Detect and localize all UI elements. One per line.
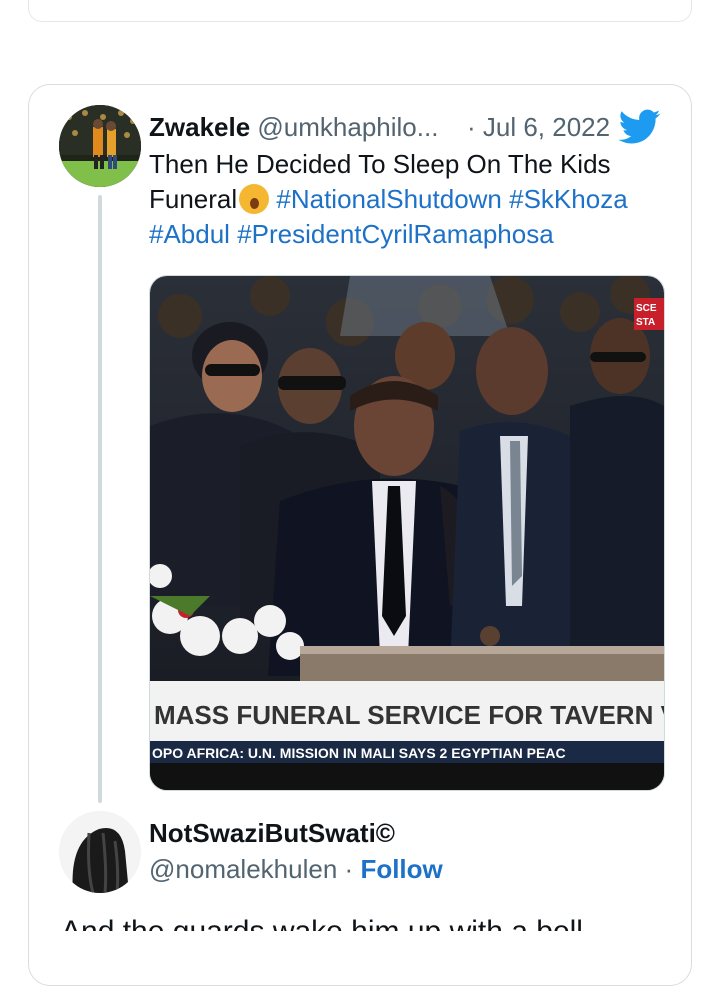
author-handle[interactable]: @umkhaphilo... — [257, 112, 438, 142]
separator-dot: · — [344, 854, 354, 884]
hashtag-abdul[interactable]: #Abdul — [149, 219, 230, 249]
reply-avatar[interactable] — [59, 811, 141, 893]
hashtag-nationalshutdown[interactable]: #NationalShutdown — [276, 184, 502, 214]
tweet-date[interactable]: · Jul 6, 2022 — [467, 107, 610, 147]
author-avatar[interactable] — [59, 105, 141, 187]
reply-text-clipped: And the guards wake him up with a bell — [61, 915, 661, 931]
hashtag-presidentcyrilramaphosa[interactable]: #PresidentCyrilRamaphosa — [237, 219, 553, 249]
tweet-text: Then He Decided To Sleep On The Kids Fun… — [149, 147, 669, 252]
tv-headline: MASS FUNERAL SERVICE FOR TAVERN VIC — [154, 700, 664, 730]
follow-button[interactable]: Follow — [360, 854, 442, 884]
yawning-face-emoji-icon — [239, 184, 270, 214]
thread-connector-line — [98, 195, 102, 803]
tweet-media-photo[interactable]: SCE STA MASS FUNERAL SERVICE FOR TAVERN … — [149, 275, 665, 791]
author-display-name[interactable]: Zwakele — [149, 112, 250, 142]
reply-text: And the guards wake him up with a bell — [61, 915, 661, 931]
reply-handle[interactable]: @nomalekhulen — [149, 854, 337, 884]
tv-corner-text-1: SCE — [636, 303, 657, 314]
tweet-header: Zwakele @umkhaphilo... · Jul 6, 2022 — [149, 107, 674, 147]
tweet-card[interactable]: Zwakele @umkhaphilo... · Jul 6, 2022 The… — [28, 84, 692, 986]
twitter-bird-icon[interactable] — [619, 109, 661, 145]
reply-handle-row: @nomalekhulen · Follow — [149, 851, 443, 887]
previous-tweet-card — [28, 0, 692, 22]
reply-display-name[interactable]: NotSwaziButSwati© — [149, 815, 395, 851]
tv-ticker: OPO AFRICA: U.N. MISSION IN MALI SAYS 2 … — [152, 745, 566, 761]
tv-corner-text-2: STA — [636, 317, 655, 328]
hashtag-skkhoza[interactable]: #SkKhoza — [509, 184, 628, 214]
